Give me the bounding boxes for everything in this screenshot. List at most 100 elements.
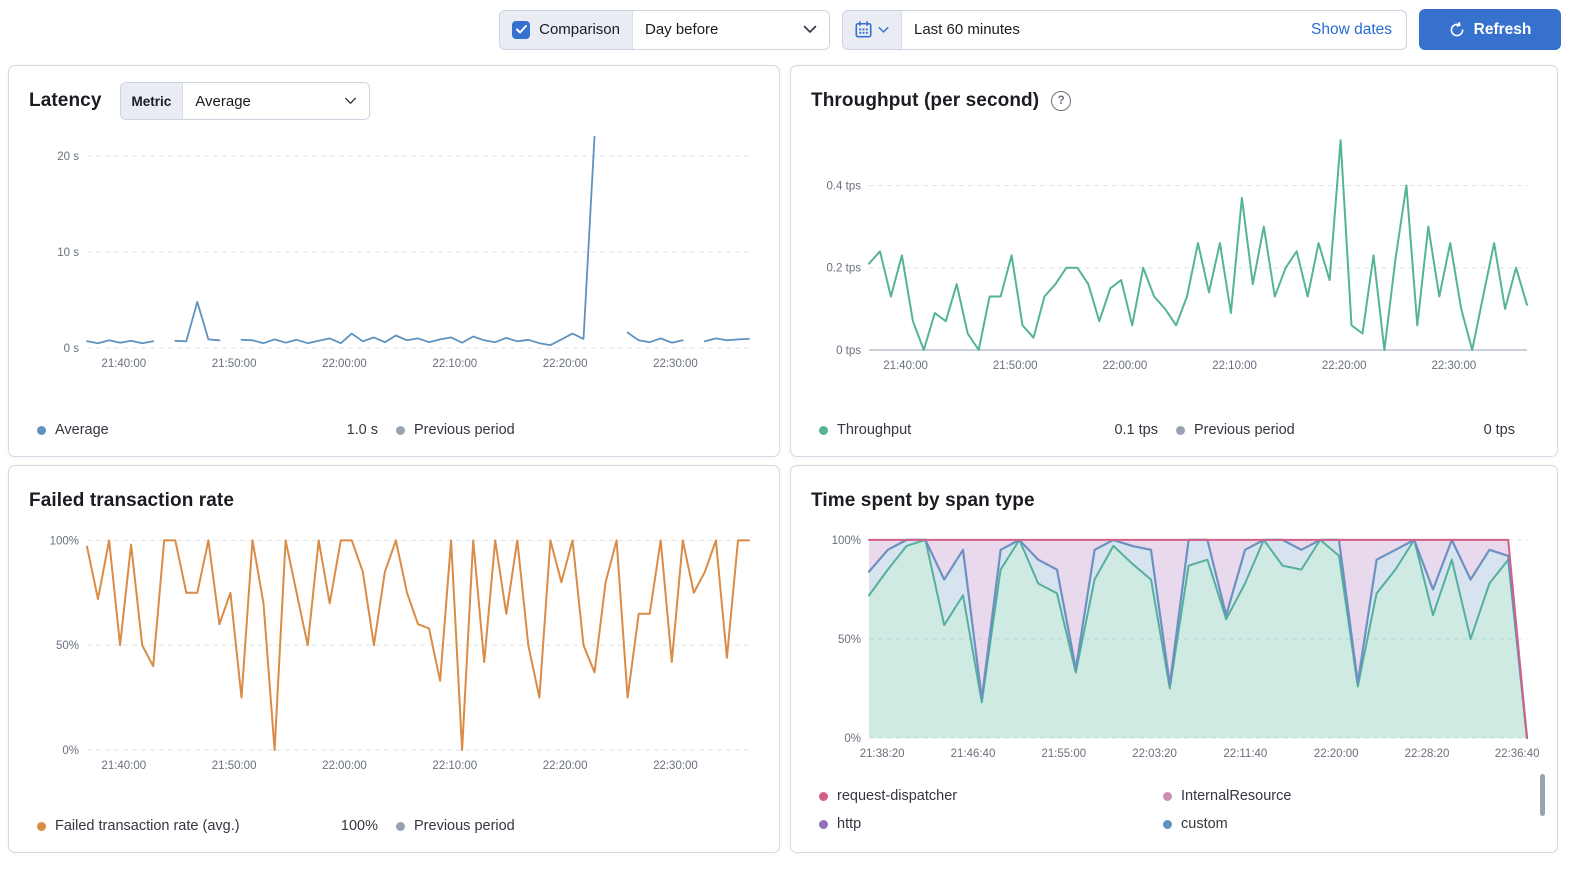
svg-text:21:50:00: 21:50:00 [212, 358, 257, 370]
legend-item-throughput[interactable]: Throughput 0.1 tps [819, 422, 1176, 438]
svg-text:21:38:20: 21:38:20 [860, 748, 905, 760]
legend-item-request-dispatcher[interactable]: request-dispatcher [819, 788, 1163, 804]
svg-text:22:30:00: 22:30:00 [1432, 360, 1477, 372]
legend-dot [37, 821, 46, 831]
legend-item-previous-period[interactable]: Previous period 0 tps [1176, 422, 1533, 438]
svg-text:22:20:00: 22:20:00 [1322, 360, 1367, 372]
svg-text:22:03:20: 22:03:20 [1132, 748, 1177, 760]
legend-item-previous-period[interactable]: Previous period [396, 422, 755, 438]
throughput-title: Throughput (per second) [811, 90, 1040, 111]
metric-label: Metric [120, 83, 184, 119]
span-type-panel: Time spent by span type 100% 50% 0% 21:38:2… [790, 465, 1558, 853]
svg-text:22:30:00: 22:30:00 [653, 760, 698, 772]
metric-select[interactable]: Average [183, 83, 370, 119]
refresh-label: Refresh [1473, 20, 1532, 38]
date-quick-select-button[interactable] [843, 10, 902, 49]
comparison-select-value: Day before [645, 21, 719, 38]
svg-text:21:40:00: 21:40:00 [101, 358, 146, 370]
legend-item-custom[interactable]: custom [1163, 816, 1507, 832]
legend-label: Throughput [837, 422, 912, 438]
failed-rate-header: Failed transaction rate [29, 482, 759, 520]
legend-dot [396, 821, 405, 831]
latency-header: Latency Metric Average [29, 82, 759, 120]
svg-text:22:20:00: 22:20:00 [543, 358, 588, 370]
date-picker: Last 60 minutes Show dates [842, 9, 1407, 50]
time-range-button[interactable]: Last 60 minutes [902, 11, 1297, 49]
svg-text:22:20:00: 22:20:00 [1314, 748, 1359, 760]
legend-scrollbar[interactable] [1540, 774, 1545, 816]
legend-dot [819, 791, 828, 801]
svg-text:22:10:00: 22:10:00 [432, 358, 477, 370]
latency-title: Latency [29, 90, 102, 111]
legend-label: Previous period [414, 422, 515, 438]
svg-text:22:10:00: 22:10:00 [1212, 360, 1257, 372]
legend-dot [1176, 425, 1185, 435]
calendar-icon [855, 21, 872, 38]
svg-text:100%: 100% [832, 535, 861, 547]
svg-text:0.2 tps: 0.2 tps [826, 263, 861, 275]
svg-text:22:36:40: 22:36:40 [1495, 748, 1539, 760]
svg-text:22:28:20: 22:28:20 [1405, 748, 1450, 760]
legend-label: Previous period [1194, 422, 1295, 438]
failed-rate-legend: Failed transaction rate (avg.) 100% Prev… [29, 818, 759, 834]
legend-label: Average [55, 422, 109, 438]
svg-text:22:00:00: 22:00:00 [322, 358, 367, 370]
svg-text:100%: 100% [50, 535, 79, 547]
svg-text:0.4 tps: 0.4 tps [826, 180, 861, 192]
svg-text:21:40:00: 21:40:00 [883, 360, 928, 372]
latency-chart[interactable]: 20 s 10 s 0 s 21:40:00 21:50:00 22:00:00 22:10… [29, 124, 761, 374]
legend-item-average[interactable]: Average 1.0 s [37, 422, 396, 438]
metric-control: Metric Average [119, 82, 371, 120]
legend-item-failed-rate[interactable]: Failed transaction rate (avg.) 100% [37, 818, 396, 834]
svg-text:21:40:00: 21:40:00 [101, 760, 146, 772]
svg-text:21:55:00: 21:55:00 [1041, 748, 1086, 760]
comparison-label: Comparison [539, 21, 620, 38]
legend-dot [819, 425, 828, 435]
legend-dot [1163, 819, 1172, 829]
svg-text:22:00:00: 22:00:00 [322, 760, 367, 772]
legend-item-http[interactable]: http [819, 816, 1163, 832]
show-dates-link[interactable]: Show dates [1297, 11, 1406, 49]
legend-item-internal-resource[interactable]: InternalResource [1163, 788, 1507, 804]
latency-panel: Latency Metric Average 20 s 10 s 0 s 21:40:… [8, 65, 780, 457]
throughput-header: Throughput (per second) ? [811, 82, 1537, 120]
svg-text:50%: 50% [838, 634, 861, 646]
comparison-control: Comparison Day before [499, 9, 830, 50]
svg-text:0%: 0% [844, 733, 861, 745]
svg-text:0%: 0% [62, 745, 79, 757]
legend-dot [1163, 791, 1172, 801]
legend-value: 1.0 s [346, 422, 378, 438]
comparison-checkbox-group[interactable]: Comparison [500, 10, 633, 49]
legend-label: InternalResource [1181, 788, 1292, 804]
throughput-chart[interactable]: 0.4 tps 0.2 tps 0 tps 21:40:00 21:50:00 22:00… [811, 124, 1539, 376]
comparison-checkbox[interactable] [512, 20, 531, 39]
legend-dot [396, 425, 405, 435]
legend-item-previous-period[interactable]: Previous period [396, 818, 755, 834]
metric-select-value: Average [195, 92, 251, 110]
refresh-icon [1450, 21, 1464, 36]
span-type-chart[interactable]: 100% 50% 0% 21:38:20 21:46:40 21:55:00 22:03:2… [811, 524, 1539, 764]
svg-text:22:10:00: 22:10:00 [432, 760, 477, 772]
refresh-button[interactable]: Refresh [1419, 9, 1561, 50]
legend-label: Previous period [414, 818, 515, 834]
check-icon [515, 25, 527, 34]
chevron-down-icon [878, 26, 889, 33]
legend-label: Failed transaction rate (avg.) [55, 818, 240, 834]
span-type-legend: request-dispatcher InternalResource http… [811, 788, 1537, 834]
svg-text:21:50:00: 21:50:00 [993, 360, 1038, 372]
svg-text:21:46:40: 21:46:40 [951, 748, 996, 760]
legend-value: 0 tps [1483, 422, 1515, 438]
help-icon[interactable]: ? [1051, 91, 1072, 111]
svg-text:22:11:40: 22:11:40 [1223, 748, 1267, 760]
throughput-legend: Throughput 0.1 tps Previous period 0 tps [811, 422, 1537, 438]
chevron-down-icon [345, 97, 357, 104]
svg-text:10 s: 10 s [57, 247, 79, 259]
comparison-select[interactable]: Day before [633, 10, 829, 49]
svg-text:20 s: 20 s [57, 151, 79, 163]
span-type-title: Time spent by span type [811, 490, 1035, 511]
failed-rate-chart[interactable]: 100% 50% 0% 21:40:00 21:50:00 22:00:00 22:10:0… [29, 524, 761, 776]
svg-text:0 s: 0 s [64, 343, 80, 355]
svg-text:22:30:00: 22:30:00 [653, 358, 698, 370]
svg-text:22:20:00: 22:20:00 [543, 760, 588, 772]
failed-rate-title: Failed transaction rate [29, 490, 235, 511]
